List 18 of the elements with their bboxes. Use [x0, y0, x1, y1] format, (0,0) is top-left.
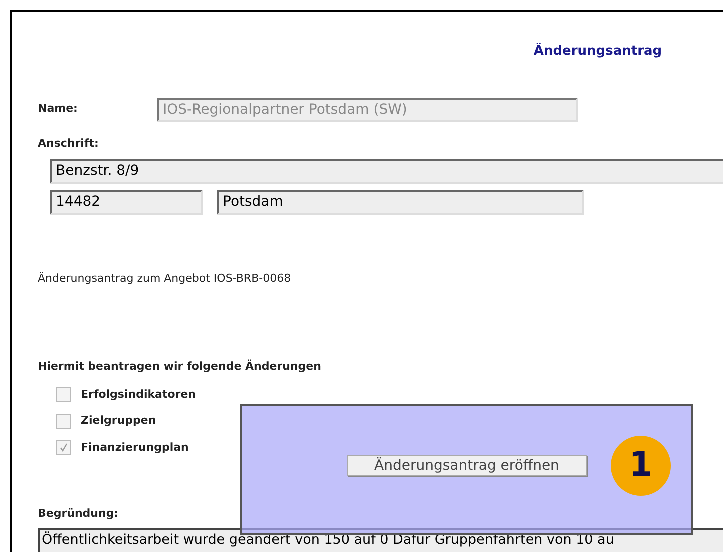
- open-request-button[interactable]: Änderungsantrag eröffnen: [347, 455, 587, 476]
- field-label: Anschrift:: [38, 136, 99, 150]
- checkbox[interactable]: [56, 414, 71, 429]
- checkbox[interactable]: [56, 440, 71, 456]
- city-field[interactable]: Potsdam: [217, 190, 584, 214]
- checkbox[interactable]: [56, 387, 71, 402]
- field-label: Begründung:: [38, 507, 119, 520]
- changes-heading: Hiermit beantragen wir folgende Änderungen: [38, 360, 322, 372]
- checkbox-label: Zielgruppen: [81, 413, 156, 429]
- street-field[interactable]: Benzstr. 8/9: [50, 158, 723, 184]
- checkbox-label: Finanzierungplan: [81, 440, 189, 456]
- form-title: Änderungsantrag: [534, 42, 662, 61]
- field-label: Name:: [38, 101, 79, 118]
- step-badge: 1: [611, 436, 671, 496]
- zip-field[interactable]: 14482: [50, 190, 203, 214]
- offer-text: Änderungsantrag zum Angebot IOS-BRB-0068: [38, 272, 292, 284]
- check-icon: [58, 442, 68, 453]
- checkbox-label: Erfolgsindikatoren: [81, 386, 196, 402]
